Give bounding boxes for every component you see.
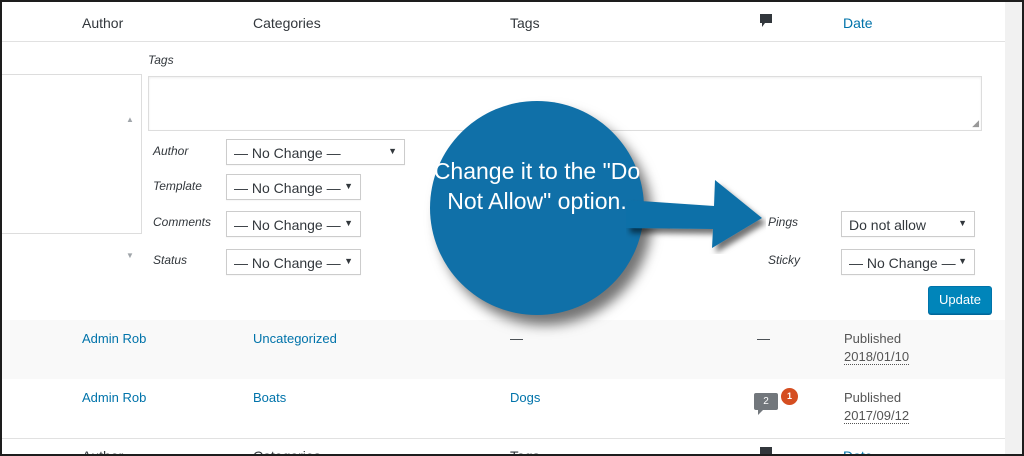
author-select-value: — No Change — (234, 145, 341, 161)
update-button[interactable]: Update (928, 286, 992, 314)
author-select[interactable]: — No Change — ▼ (226, 139, 405, 165)
scroll-down-arrow-icon[interactable]: ▼ (126, 251, 134, 260)
annotation-callout-circle: Change it to the "Do Not Allow" option. (430, 101, 644, 315)
row-category-link[interactable]: Boats (253, 390, 286, 405)
template-select-value: — No Change — (234, 180, 341, 196)
comments-select-value: — No Change — (234, 217, 341, 233)
pings-select-value: Do not allow (849, 217, 927, 233)
template-select[interactable]: — No Change — ▼ (226, 174, 361, 200)
pending-comments-badge[interactable]: 1 (780, 387, 799, 406)
scroll-up-arrow-icon[interactable]: ▲ (126, 115, 134, 124)
annotation-arrow-icon (626, 180, 762, 248)
status-select[interactable]: — No Change — ▼ (226, 249, 361, 275)
footer-categories-header: Categories (253, 448, 321, 456)
comment-bubble-icon[interactable] (759, 446, 773, 454)
row-category-link[interactable]: Uncategorized (253, 331, 337, 346)
row-author-link[interactable]: Admin Rob (82, 390, 146, 405)
tags-label: Tags (148, 53, 174, 67)
table-footer: Author Categories Tags Date (2, 439, 1005, 456)
table-row: Admin Rob Uncategorized — — Published 20… (2, 320, 1005, 379)
category-checklist[interactable]: ▲ ▼ (2, 74, 142, 260)
pings-select[interactable]: Do not allow ▼ (841, 211, 975, 237)
footer-tags-header: Tags (510, 448, 540, 456)
chevron-down-icon: ▼ (958, 218, 967, 228)
chevron-down-icon: ▼ (344, 256, 353, 266)
approved-comments-bubble-icon[interactable]: 2 (754, 393, 778, 415)
resize-grip-icon[interactable]: ◢ (972, 118, 979, 129)
comment-bubble-icon[interactable] (759, 13, 773, 32)
footer-date-header[interactable]: Date (843, 448, 873, 454)
row-status: Published (844, 331, 902, 346)
status-field-label: Status (153, 253, 188, 267)
chevron-down-icon: ▼ (344, 181, 353, 191)
page-scrollbar[interactable] (1005, 2, 1022, 454)
screenshot-frame: Author Categories Tags Date ▲ ▼ Tags ◢ A… (0, 0, 1024, 456)
row-date: 2017/09/12 (844, 408, 910, 424)
pings-field-label: Pings (768, 215, 799, 229)
column-tags-header: Tags (510, 15, 540, 31)
footer-author-header[interactable]: Author (82, 448, 123, 454)
sticky-field-label: Sticky (768, 253, 801, 267)
sticky-select[interactable]: — No Change — ▼ (841, 249, 975, 275)
row-tags-value: — (510, 331, 523, 346)
comments-field-label: Comments (153, 215, 212, 229)
table-row: Admin Rob Boats Dogs 2 1 Published 2017/… (2, 379, 1005, 439)
comments-select[interactable]: — No Change — ▼ (226, 211, 361, 237)
template-field-label: Template (153, 179, 202, 193)
chevron-down-icon: ▼ (958, 256, 967, 266)
annotation-callout-text: Change it to the "Do Not Allow" option. (433, 158, 641, 214)
chevron-down-icon: ▼ (388, 146, 397, 156)
row-comments-value: — (757, 331, 770, 346)
column-date-header[interactable]: Date (843, 15, 873, 31)
row-tag-link[interactable]: Dogs (510, 390, 540, 405)
chevron-down-icon: ▼ (344, 218, 353, 228)
column-author-header[interactable]: Author (82, 15, 123, 31)
author-field-label: Author (153, 144, 189, 158)
row-date: 2018/01/10 (844, 349, 910, 365)
table-header: Author Categories Tags Date (2, 2, 1005, 42)
status-select-value: — No Change — (234, 255, 341, 271)
row-author-link[interactable]: Admin Rob (82, 331, 146, 346)
row-status: Published (844, 390, 902, 405)
sticky-select-value: — No Change — (849, 255, 956, 271)
column-categories-header: Categories (253, 15, 321, 31)
